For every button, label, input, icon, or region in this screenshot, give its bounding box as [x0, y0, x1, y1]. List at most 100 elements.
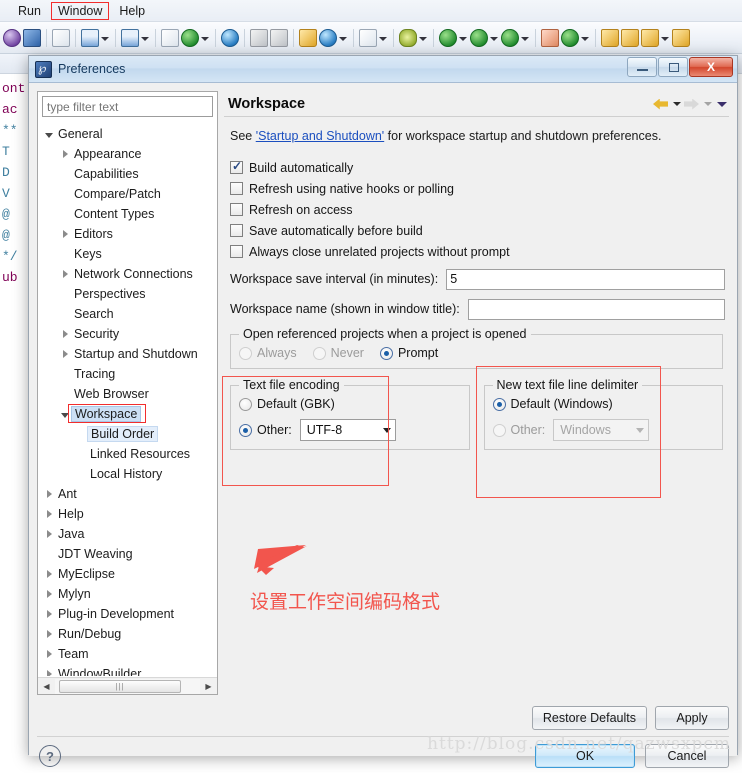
preferences-tree[interactable]: General Appearance Capabilities Compare/Pat…	[38, 122, 217, 676]
tree-item-local-history[interactable]: Local History	[38, 464, 217, 484]
chevron-right-icon[interactable]	[58, 227, 72, 241]
filter-input[interactable]	[42, 96, 213, 117]
minimize-button[interactable]	[627, 57, 657, 77]
open-folder-icon[interactable]	[621, 28, 639, 47]
new-file-icon[interactable]	[121, 28, 139, 47]
delimiter-other-radio[interactable]: Other:	[492, 423, 545, 437]
chevron-right-icon[interactable]	[58, 347, 72, 361]
checkbox-icon[interactable]	[230, 159, 243, 174]
checkbox-always-close-unrelated-projects-without-prompt[interactable]: Always close unrelated projects without …	[230, 241, 725, 262]
run-dropdown-icon[interactable]	[458, 30, 467, 46]
new-class-icon[interactable]	[81, 28, 99, 47]
run-history-dropdown-icon[interactable]	[489, 30, 498, 46]
tree-item-startup-and-shutdown[interactable]: Startup and Shutdown	[38, 344, 217, 364]
tree-item-java[interactable]: Java	[38, 524, 217, 544]
apply-button[interactable]: Apply	[655, 706, 729, 730]
menu-window[interactable]: Window	[50, 2, 110, 20]
scrollbar-track[interactable]: |||	[55, 678, 200, 694]
chevron-right-icon[interactable]	[42, 627, 56, 641]
checkbox-save-automatically-before-build[interactable]: Save automatically before build	[230, 220, 725, 241]
tree-item-jdt-weaving[interactable]: JDT Weaving	[38, 544, 217, 564]
tree-item-compare-patch[interactable]: Compare/Patch	[38, 184, 217, 204]
chevron-right-icon[interactable]	[42, 647, 56, 661]
generate-dropdown-icon[interactable]	[580, 30, 589, 46]
deploy-icon[interactable]	[319, 28, 337, 47]
workspace-name-input[interactable]	[467, 298, 725, 320]
checkbox-refresh-on-access[interactable]: Refresh on access	[230, 199, 725, 220]
report-icon[interactable]	[299, 28, 317, 47]
new-table-icon[interactable]	[541, 28, 559, 47]
radio-prompt[interactable]: Prompt	[379, 346, 438, 360]
tree-item-help[interactable]: Help	[38, 504, 217, 524]
chevron-right-icon[interactable]	[58, 147, 72, 161]
tree-item-keys[interactable]: Keys	[38, 244, 217, 264]
tree-item-perspectives[interactable]: Perspectives	[38, 284, 217, 304]
pencil-icon[interactable]	[641, 28, 659, 47]
pencil-dropdown-icon[interactable]	[660, 30, 669, 46]
chevron-down-icon[interactable]	[42, 127, 56, 141]
radio-never[interactable]: Never	[312, 346, 364, 360]
restore-defaults-button[interactable]: Restore Defaults	[531, 706, 647, 730]
checkbox-build-automatically[interactable]: Build automatically	[230, 157, 725, 178]
scrollbar-thumb[interactable]: |||	[59, 679, 181, 693]
tree-item-build-order[interactable]: Build Order	[38, 424, 217, 444]
open-resource-icon[interactable]	[601, 28, 619, 47]
save-interval-input[interactable]	[446, 268, 725, 290]
chevron-right-icon[interactable]	[42, 527, 56, 541]
page-menu-dropdown-icon[interactable]	[715, 96, 727, 112]
tree-item-windowbuilder[interactable]: WindowBuilder	[38, 664, 217, 676]
tree-item-workspace[interactable]: Workspace	[38, 404, 217, 424]
tree-item-content-types[interactable]: Content Types	[38, 204, 217, 224]
encoding-select[interactable]: UTF-8	[299, 419, 396, 441]
delimiter-select[interactable]: Windows	[553, 419, 650, 441]
tree-item-myeclipse[interactable]: MyEclipse	[38, 564, 217, 584]
open-perspective-icon[interactable]	[672, 28, 690, 47]
scroll-left-icon[interactable]: ◀	[38, 679, 55, 694]
chevron-right-icon[interactable]	[42, 607, 56, 621]
tree-item-network-connections[interactable]: Network Connections	[38, 264, 217, 284]
checkbox-refresh-using-native-hooks-or-polling[interactable]: Refresh using native hooks or polling	[230, 178, 725, 199]
radio-always[interactable]: Always	[239, 346, 297, 360]
web-browser-icon[interactable]	[221, 28, 239, 47]
snapshot-icon[interactable]	[359, 28, 377, 47]
debug-icon[interactable]	[399, 28, 417, 47]
deploy-dropdown-icon[interactable]	[338, 30, 347, 46]
tree-item-mylyn[interactable]: Mylyn	[38, 584, 217, 604]
tree-horizontal-scrollbar[interactable]: ◀ ||| ▶	[38, 677, 217, 694]
scroll-right-icon[interactable]: ▶	[200, 679, 217, 694]
new-package-icon[interactable]	[23, 28, 41, 47]
chevron-right-icon[interactable]	[42, 567, 56, 581]
delimiter-default-radio[interactable]: Default (Windows)	[492, 397, 715, 411]
close-button[interactable]: X	[689, 57, 733, 77]
encoding-other-radio[interactable]: Other:	[239, 423, 292, 437]
encoding-default-radio[interactable]: Default (GBK)	[239, 397, 461, 411]
chevron-right-icon[interactable]	[42, 667, 56, 676]
run-icon[interactable]	[439, 28, 457, 47]
new-file-dropdown-icon[interactable]	[140, 30, 149, 46]
tree-item-run-debug[interactable]: Run/Debug	[38, 624, 217, 644]
tree-item-tracing[interactable]: Tracing	[38, 364, 217, 384]
chevron-right-icon[interactable]	[42, 587, 56, 601]
chevron-right-icon[interactable]	[42, 487, 56, 501]
tree-item-team[interactable]: Team	[38, 644, 217, 664]
run-server-icon[interactable]	[181, 28, 199, 47]
checkbox-icon[interactable]	[230, 224, 243, 237]
tree-item-security[interactable]: Security	[38, 324, 217, 344]
startup-and-shutdown-link[interactable]: 'Startup and Shutdown'	[256, 129, 384, 143]
tree-item-appearance[interactable]: Appearance	[38, 144, 217, 164]
new-wizard-icon[interactable]	[3, 28, 21, 47]
chevron-right-icon[interactable]	[42, 507, 56, 521]
run-as-icon[interactable]	[501, 28, 519, 47]
checkbox-icon[interactable]	[230, 182, 243, 195]
run-as-dropdown-icon[interactable]	[520, 30, 529, 46]
run-history-icon[interactable]	[470, 28, 488, 47]
history-icon[interactable]	[270, 28, 288, 47]
tree-item-editors[interactable]: Editors	[38, 224, 217, 244]
checkbox-icon[interactable]	[230, 245, 243, 258]
menu-help[interactable]: Help	[111, 2, 153, 21]
run-server-dropdown-icon[interactable]	[200, 30, 209, 46]
open-type-icon[interactable]	[161, 28, 179, 47]
database-explorer-icon[interactable]	[52, 28, 70, 47]
new-class-dropdown-icon[interactable]	[100, 30, 109, 46]
chevron-right-icon[interactable]	[58, 327, 72, 341]
